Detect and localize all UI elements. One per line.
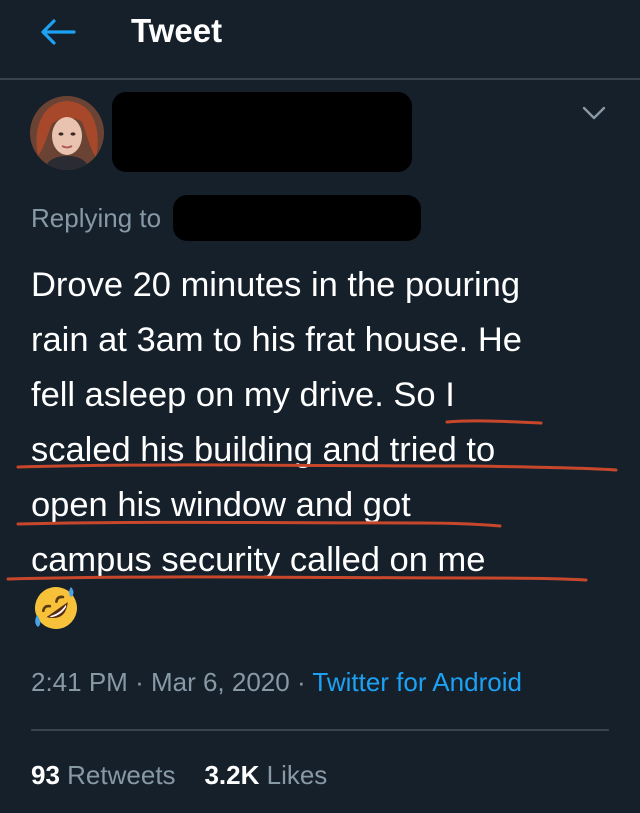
- likes-count: 3.2K: [204, 760, 260, 790]
- redacted-display-name: [112, 92, 412, 172]
- rolling-on-the-floor-laughing-emoji: [31, 583, 81, 633]
- tweet-text: Drove 20 minutes in the pouring rain at …: [31, 258, 621, 588]
- redacted-handle: [173, 195, 421, 241]
- engagement-stats: 93 Retweets 3.2K Likes: [31, 760, 327, 791]
- tweet-line: Drove 20 minutes in the pouring: [31, 266, 521, 304]
- meta-separator: ·: [135, 667, 144, 697]
- avatar[interactable]: [30, 96, 104, 170]
- tweet-line: campus security called on me: [31, 541, 486, 579]
- retweets-count: 93: [31, 760, 60, 790]
- back-button[interactable]: [38, 16, 78, 48]
- arrow-left-icon: [41, 19, 76, 45]
- replying-to-label: Replying to: [31, 203, 162, 233]
- tweet-line: fell asleep on my drive. So I: [31, 376, 455, 414]
- tweet-menu-button[interactable]: [580, 100, 608, 126]
- likes-label: Likes: [266, 760, 328, 790]
- tweet-metadata: 2:41 PM · Mar 6, 2020 · Twitter for Andr…: [31, 667, 522, 698]
- profile-photo: [30, 96, 104, 170]
- chevron-down-icon: [582, 106, 606, 120]
- tweet-line: open his window and got: [31, 486, 411, 524]
- top-bar: Tweet: [0, 0, 640, 80]
- page-title: Tweet: [131, 12, 223, 49]
- retweets-stat[interactable]: 93 Retweets: [31, 760, 183, 790]
- divider: [31, 729, 609, 731]
- likes-stat[interactable]: 3.2K Likes: [204, 760, 327, 790]
- tweet-date: Mar 6, 2020: [150, 667, 290, 697]
- tweet-line: scaled his building and tried to: [31, 431, 496, 469]
- tweet-time: 2:41 PM: [31, 667, 128, 697]
- retweets-label: Retweets: [67, 760, 176, 790]
- meta-separator: ·: [296, 667, 306, 697]
- tweet-source-link[interactable]: Twitter for Android: [312, 667, 522, 697]
- tweet-line: rain at 3am to his frat house. He: [31, 321, 522, 359]
